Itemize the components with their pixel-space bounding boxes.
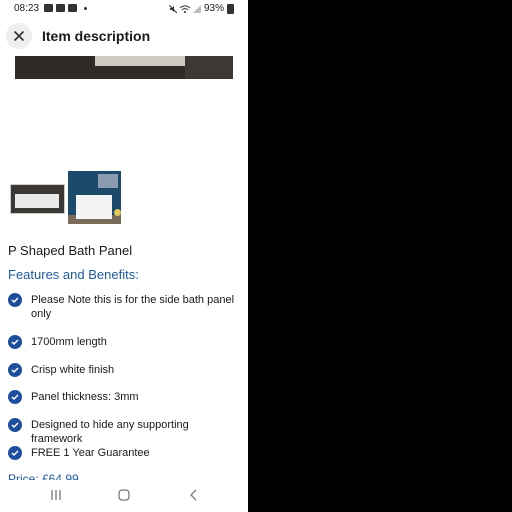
youtube-icon — [68, 4, 77, 12]
battery-icon — [227, 3, 234, 14]
check-icon — [8, 390, 22, 404]
check-icon — [8, 363, 22, 377]
phone-screen: 08:23 93% Item description P Shaped Bath… — [0, 0, 248, 512]
close-button[interactable] — [6, 23, 32, 49]
thumbnail-panel — [15, 194, 59, 208]
system-nav-bar — [0, 480, 248, 512]
thumbnail-1[interactable] — [10, 184, 65, 214]
page-title: Item description — [42, 28, 151, 44]
price-label: Price: £64.99 — [8, 472, 79, 480]
signal-icon — [192, 4, 201, 13]
thumbnail-2[interactable] — [68, 171, 121, 224]
close-icon — [13, 30, 25, 42]
app-bar: Item description — [0, 18, 248, 56]
product-main-image[interactable] — [15, 56, 233, 79]
thumbnail-art — [98, 174, 118, 188]
recent-apps-icon[interactable] — [50, 490, 62, 500]
mute-icon — [168, 4, 177, 13]
status-right: 93% — [168, 3, 234, 14]
image-icon — [44, 4, 53, 12]
check-icon — [8, 335, 22, 349]
wifi-icon — [179, 4, 190, 13]
thumbnail-bath — [76, 195, 112, 219]
check-icon — [8, 446, 22, 460]
feature-text: Designed to hide any supporting framewor… — [31, 419, 189, 445]
back-icon[interactable] — [189, 489, 199, 501]
feature-text: Please Note this is for the side bath pa… — [31, 294, 235, 320]
image-detail — [95, 56, 185, 66]
status-time: 08:23 — [14, 3, 40, 14]
feature-text: FREE 1 Year Guarantee — [31, 447, 150, 459]
feature-text: 1700mm length — [31, 336, 107, 348]
image-detail — [185, 56, 233, 79]
status-bar: 08:23 93% — [0, 0, 248, 17]
battery-percent: 93% — [203, 3, 224, 14]
notification-icons — [44, 4, 87, 12]
dot-icon — [84, 6, 87, 10]
home-icon[interactable] — [118, 489, 130, 501]
feature-text: Panel thickness: 3mm — [31, 391, 139, 403]
check-icon — [8, 418, 22, 432]
youtube-icon — [56, 4, 65, 12]
product-title: P Shaped Bath Panel — [8, 243, 133, 258]
features-heading: Features and Benefits: — [8, 267, 139, 282]
thumbnail-plant — [114, 209, 121, 216]
check-icon — [8, 293, 22, 307]
feature-text: Crisp white finish — [31, 364, 115, 376]
